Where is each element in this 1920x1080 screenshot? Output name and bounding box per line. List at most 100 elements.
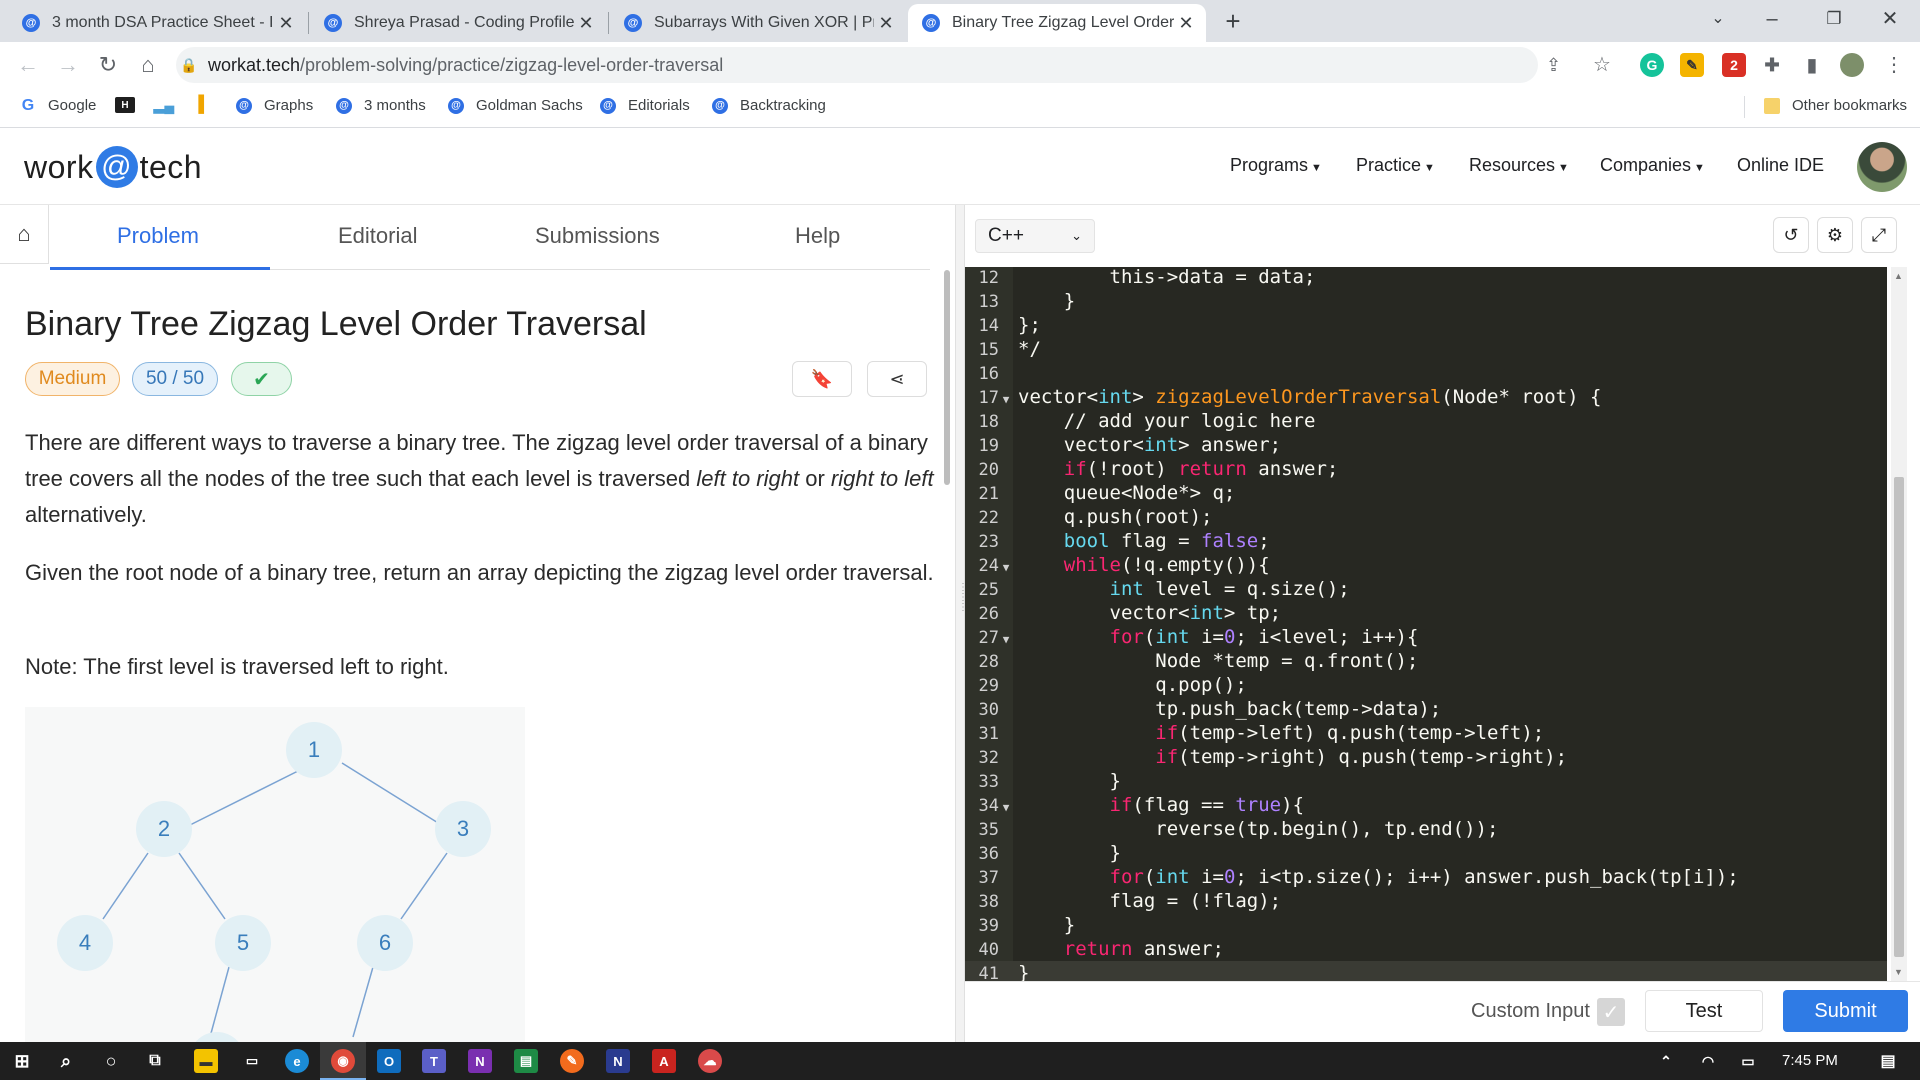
bookmark-3-months[interactable]: @ 3 months [336, 97, 426, 114]
workattech-favicon-icon: @ [448, 97, 464, 114]
cortana-circle-icon[interactable]: ○ [99, 1049, 123, 1073]
reload-icon[interactable]: ↻ [94, 52, 122, 78]
notepad-sheet-icon[interactable]: ▤ [514, 1049, 538, 1073]
share-button[interactable]: ⋖ [867, 361, 927, 397]
browser-tab-2[interactable]: @ Shreya Prasad - Coding Profile ✕ [310, 4, 606, 42]
chrome-browser-icon[interactable]: ◉ [331, 1049, 355, 1073]
code-line: 40 return answer; [978, 938, 1224, 960]
submit-button[interactable]: Submit [1783, 990, 1908, 1032]
panel-resize-handle[interactable]: ⋮ ⋮ ⋮ [955, 205, 968, 1042]
code-editor[interactable]: 12 this->data = data; 13 } 14}; 15 */ 16 … [965, 267, 1887, 981]
browser-tab-3[interactable]: @ Subarrays With Given XOR | Pract ✕ [610, 4, 906, 42]
bookmark-google[interactable]: G Google [20, 97, 97, 115]
browser-tab-4-active[interactable]: @ Binary Tree Zigzag Level Order Tr ✕ [908, 4, 1206, 42]
acrobat-reader-icon[interactable]: A [652, 1049, 676, 1073]
wifi-icon[interactable]: ◠ [1696, 1049, 1720, 1073]
tab-problem[interactable]: Problem [117, 223, 199, 249]
nav-online-ide[interactable]: Online IDE [1737, 155, 1824, 176]
minimize-window-icon[interactable]: – [1752, 4, 1792, 34]
custom-input-label: Custom Input [1471, 1000, 1590, 1022]
reset-code-icon[interactable]: ↺ [1773, 217, 1809, 253]
extensions-puzzle-icon[interactable]: ✚ [1760, 53, 1784, 77]
teams-icon[interactable]: T [422, 1049, 446, 1073]
editor-scrollbar[interactable]: ▲ ▼ [1891, 267, 1907, 981]
bookmark-star-icon[interactable]: ☆ [1588, 52, 1616, 78]
desc-emphasis: left to right [696, 466, 800, 491]
new-tab-plus-icon[interactable]: + [1213, 6, 1253, 36]
editor-action-bar: Custom Input ✓ Test Submit [965, 981, 1920, 1042]
tab-submissions[interactable]: Submissions [535, 223, 660, 249]
browser-tab-1[interactable]: @ 3 month DSA Practice Sheet - Int ✕ [8, 4, 306, 42]
share-icon[interactable]: ⇪ [1546, 55, 1561, 76]
edge-browser-icon[interactable]: e [285, 1049, 309, 1073]
grammarly-extension-icon[interactable]: G [1640, 53, 1664, 77]
task-view-icon[interactable]: ⧉ [143, 1049, 167, 1073]
close-tab-icon[interactable]: ✕ [874, 13, 898, 34]
home-icon[interactable]: ⌂ [134, 52, 162, 78]
forward-arrow-icon[interactable]: → [54, 52, 82, 78]
scroll-down-arrow-icon[interactable]: ▼ [1894, 967, 1903, 977]
outlook-icon[interactable]: O [377, 1049, 401, 1073]
tree-node: 4 [57, 915, 113, 971]
browser-menu-icon[interactable]: ⋮ [1880, 52, 1908, 78]
tab-search-chevron-icon[interactable]: ⌄ [1698, 4, 1738, 34]
back-arrow-icon[interactable]: ← [14, 52, 42, 78]
logo-text-work: work [24, 148, 94, 185]
nav-practice[interactable]: Practice ▼ [1356, 155, 1435, 176]
problem-scrollbar[interactable] [944, 270, 950, 485]
bookmark-hackerrank[interactable]: H [115, 97, 147, 113]
tab-editorial[interactable]: Editorial [338, 223, 417, 249]
file-explorer-icon[interactable]: ▬ [194, 1049, 218, 1073]
notion-like-icon[interactable]: N [606, 1049, 630, 1073]
bookmark-goldman-sachs[interactable]: @ Goldman Sachs [448, 97, 583, 114]
extension-badge-icon[interactable]: 2 [1722, 53, 1746, 77]
snip-tool-icon[interactable]: ▭ [240, 1049, 264, 1073]
onenote-icon[interactable]: N [468, 1049, 492, 1073]
bookmark-label: Backtracking [740, 97, 826, 114]
bookmark-graphs[interactable]: @ Graphs [236, 97, 313, 114]
search-icon[interactable]: ⌕ [54, 1049, 78, 1073]
highlighter-extension-icon[interactable]: ✎ [1680, 53, 1704, 77]
settings-gear-icon[interactable]: ⚙ [1817, 217, 1853, 253]
desc-text: alternatively. [25, 502, 147, 527]
tab-title: Shreya Prasad - Coding Profile [354, 14, 574, 31]
close-tab-icon[interactable]: ✕ [574, 13, 598, 34]
folder-icon [1764, 97, 1780, 114]
fullscreen-expand-icon[interactable]: ⤢ [1861, 217, 1897, 253]
user-avatar[interactable] [1857, 142, 1907, 192]
profile-avatar-icon[interactable] [1840, 53, 1864, 77]
other-bookmarks-folder[interactable]: Other bookmarks [1764, 97, 1907, 114]
bookmark-editorials[interactable]: @ Editorials [600, 97, 690, 114]
show-hidden-icons-chevron-icon[interactable]: ⌃ [1654, 1049, 1678, 1073]
windows-start-icon[interactable]: ⊞ [10, 1049, 34, 1073]
nav-companies[interactable]: Companies ▼ [1600, 155, 1705, 176]
close-tab-icon[interactable]: ✕ [1174, 13, 1198, 34]
restore-window-icon[interactable]: ❐ [1814, 4, 1854, 34]
nav-resources[interactable]: Resources ▼ [1469, 155, 1569, 176]
test-button[interactable]: Test [1645, 990, 1763, 1032]
scroll-up-arrow-icon[interactable]: ▲ [1894, 271, 1903, 281]
close-tab-icon[interactable]: ✕ [274, 13, 298, 34]
bookmark-button[interactable]: 🔖 [792, 361, 852, 397]
notifications-icon[interactable]: ▤ [1876, 1049, 1900, 1073]
bookmark-label: 3 months [364, 97, 426, 114]
battery-icon[interactable]: ▭ [1736, 1049, 1760, 1073]
bookmark-backtracking[interactable]: @ Backtracking [712, 97, 826, 114]
site-logo[interactable]: work @ tech [24, 146, 202, 188]
home-icon[interactable]: ⌂ [0, 205, 49, 264]
language-select[interactable]: C++ ⌄ [975, 219, 1095, 253]
bookmark-leetcode[interactable]: ▌ [196, 96, 224, 113]
workattech-favicon-icon: @ [336, 97, 352, 114]
address-bar[interactable]: 🔒 workat.tech/problem-solving/practice/z… [176, 47, 1561, 83]
tab-help[interactable]: Help [795, 223, 840, 249]
close-window-icon[interactable]: ✕ [1870, 4, 1910, 34]
caret-down-icon: ▼ [1424, 162, 1435, 174]
bookmark-chart[interactable]: ▂▄ [154, 97, 184, 113]
editor-scroll-thumb[interactable] [1894, 477, 1904, 957]
side-panel-icon[interactable]: ▮ [1800, 53, 1824, 77]
postman-icon[interactable]: ✎ [560, 1049, 584, 1073]
taskbar-clock[interactable]: 7:45 PM [1782, 1052, 1838, 1069]
app-cloud-icon[interactable]: ☁ [698, 1049, 722, 1073]
nav-programs[interactable]: Programs ▼ [1230, 155, 1322, 176]
custom-input-checkbox[interactable]: ✓ [1597, 998, 1625, 1026]
